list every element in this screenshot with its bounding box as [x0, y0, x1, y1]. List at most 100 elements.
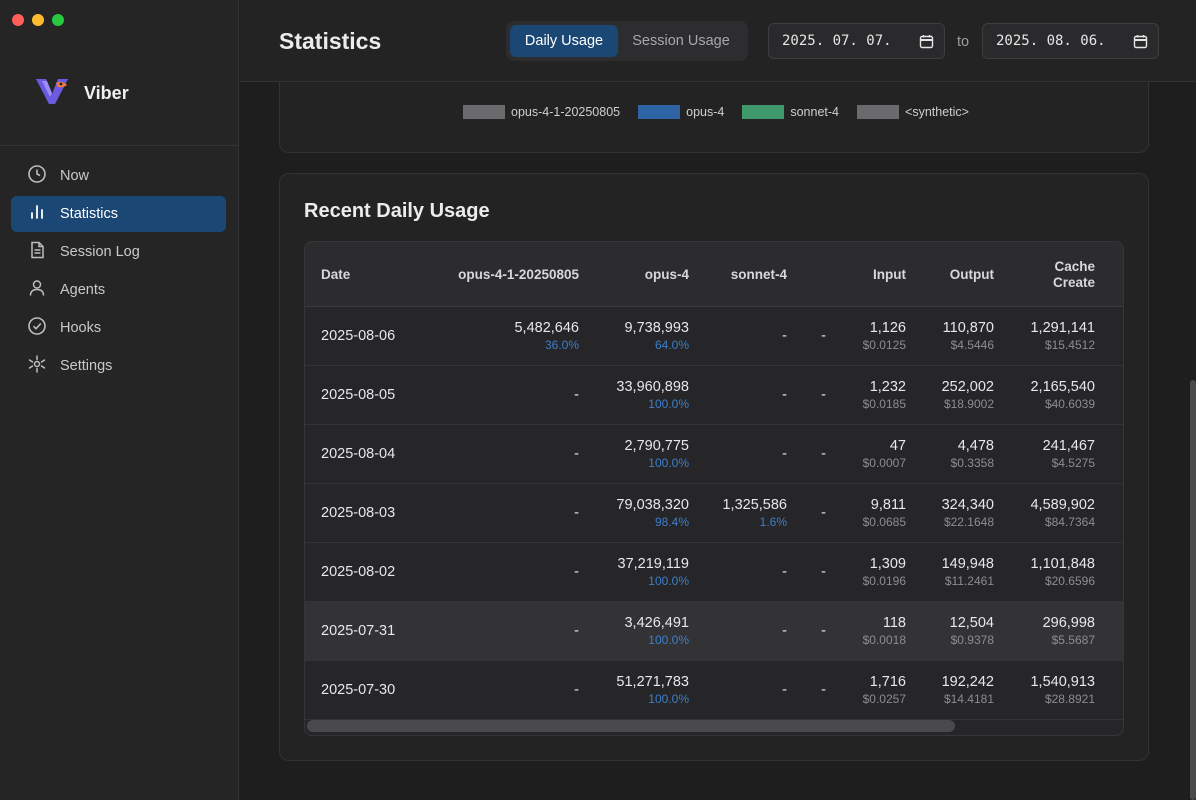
- cell-subvalue: $4.5275: [1051, 456, 1095, 470]
- legend-swatch: [857, 105, 900, 119]
- cell-subvalue: $0.0685: [862, 515, 906, 529]
- cell-sonnet-4: -: [782, 623, 787, 640]
- horizontal-scrollbar[interactable]: [307, 720, 955, 732]
- legend-swatch: [463, 105, 505, 119]
- start-date-input[interactable]: 2025. 07. 07.: [768, 23, 945, 59]
- close-window-button[interactable]: [12, 14, 24, 26]
- table-row[interactable]: 2025-08-05 - 33,960,898 100.0% - - 1,232 $0.018…: [305, 366, 1123, 425]
- cell-date: 2025-08-05: [321, 387, 396, 403]
- end-date-input[interactable]: 2025. 08. 06.: [982, 23, 1159, 59]
- legend-label: <synthetic>: [905, 105, 969, 119]
- cell-date: 2025-08-02: [321, 564, 396, 580]
- table-row[interactable]: 2025-07-30 - 51,271,783 100.0% - - 1,716 $0.025…: [305, 661, 1123, 720]
- cell-value: -: [782, 623, 787, 639]
- cell-opus-4-1: -: [574, 564, 579, 581]
- cell-opus-4-1: -: [574, 387, 579, 404]
- cell-value: -: [821, 328, 826, 344]
- table-row[interactable]: 2025-08-04 - 2,790,775 100.0% - - 47 $0.0007 4,4…: [305, 425, 1123, 484]
- minimize-window-button[interactable]: [32, 14, 44, 26]
- cell-opus-4: 9,738,993 64.0%: [624, 320, 689, 353]
- cell-opus-4: 3,426,491 100.0%: [624, 615, 689, 648]
- sidebar-item-hooks[interactable]: Hooks: [11, 310, 226, 346]
- cell-opus-4: 2,790,775 100.0%: [624, 438, 689, 471]
- legend-swatch: [742, 105, 785, 119]
- cell-subvalue: 64.0%: [654, 338, 689, 352]
- cell-synthetic: -: [821, 682, 826, 699]
- vertical-scrollbar[interactable]: [1190, 380, 1196, 800]
- tab-session-usage[interactable]: Session Usage: [618, 25, 744, 57]
- cell-subvalue: $0.3358: [950, 456, 994, 470]
- sidebar-item-statistics[interactable]: Statistics: [11, 196, 226, 232]
- cell-value: -: [782, 564, 787, 580]
- cell-value: -: [821, 564, 826, 580]
- legend-label: sonnet-4: [790, 105, 840, 119]
- sidebar-item-settings[interactable]: Settings: [11, 348, 226, 384]
- cell-opus-4-1: -: [574, 446, 579, 463]
- cell-sonnet-4: -: [782, 564, 787, 581]
- cell-opus-4-1: -: [574, 682, 579, 699]
- column-header-input[interactable]: Input: [873, 267, 906, 282]
- cell-value: 149,948: [941, 556, 994, 572]
- column-header-output[interactable]: Output: [950, 267, 994, 282]
- table-header: Date opus-4-1-20250805 opus-4 sonnet-4 I…: [305, 242, 1123, 307]
- legend-item[interactable]: sonnet-4: [742, 105, 839, 119]
- document-icon: [27, 240, 47, 264]
- cell-output: 12,504 $0.9378: [950, 615, 994, 648]
- table-row[interactable]: 2025-07-31 - 3,426,491 100.0% - - 118 $0.0018 12…: [305, 602, 1123, 661]
- cell-subvalue: $5.5687: [1051, 633, 1095, 647]
- cell-input: 118 $0.0018: [863, 615, 906, 648]
- sidebar-item-now[interactable]: Now: [11, 158, 226, 194]
- table-row[interactable]: 2025-08-02 - 37,219,119 100.0% - - 1,309 $0.019…: [305, 543, 1123, 602]
- cell-output: 324,340 $22.1648: [942, 497, 994, 530]
- cell-subvalue: 100.0%: [648, 397, 689, 411]
- cell-date: 2025-07-30: [321, 682, 396, 698]
- cell-value: -: [574, 387, 579, 403]
- cell-value: 324,340: [941, 497, 994, 513]
- cell-subvalue: $0.0007: [862, 456, 906, 470]
- cell-value: -: [574, 682, 579, 698]
- cell-opus-4: 79,038,320 98.4%: [616, 497, 689, 530]
- tab-daily-usage[interactable]: Daily Usage: [510, 25, 618, 57]
- date-range-separator: to: [957, 34, 970, 50]
- cell-value: 37,219,119: [617, 556, 690, 572]
- sidebar-item-label: Agents: [60, 282, 106, 298]
- cell-sonnet-4: -: [782, 682, 787, 699]
- cell-value: -: [821, 682, 826, 698]
- section-title: Recent Daily Usage: [304, 200, 490, 222]
- cell-opus-4: 33,960,898 100.0%: [616, 379, 689, 412]
- column-header-date[interactable]: Date: [321, 267, 350, 282]
- cell-date: 2025-07-31: [321, 623, 396, 639]
- column-header-sonnet-4[interactable]: sonnet-4: [731, 267, 787, 282]
- legend-item[interactable]: opus-4-1-20250805: [463, 105, 620, 119]
- cell-value: 1,101,848: [1030, 556, 1095, 572]
- table-row[interactable]: 2025-08-06 5,482,646 36.0% 9,738,993 64.0% - -…: [305, 307, 1123, 366]
- calendar-icon[interactable]: [1133, 34, 1148, 53]
- sidebar-item-label: Hooks: [60, 320, 102, 336]
- legend-item[interactable]: opus-4: [638, 105, 724, 119]
- cell-subvalue: 100.0%: [648, 574, 689, 588]
- header-line: Cache: [1054, 259, 1095, 274]
- cell-value: -: [574, 446, 579, 462]
- column-header-opus-4[interactable]: opus-4: [645, 267, 689, 282]
- cell-output: 149,948 $11.2461: [942, 556, 994, 589]
- sidebar-item-agents[interactable]: Agents: [11, 272, 226, 308]
- cell-cache-create: 296,998 $5.5687: [1043, 615, 1095, 648]
- cell-input: 1,232 $0.0185: [863, 379, 906, 412]
- cell-cache-create: 4,589,902 $84.7364: [1030, 497, 1095, 530]
- cell-subvalue: $0.0196: [862, 574, 906, 588]
- table-row[interactable]: 2025-08-03 - 79,038,320 98.4% 1,325,586 1.6% -…: [305, 484, 1123, 543]
- zoom-window-button[interactable]: [52, 14, 64, 26]
- calendar-icon[interactable]: [919, 34, 934, 53]
- cell-cache-create: 241,467 $4.5275: [1043, 438, 1095, 471]
- sidebar-item-label: Now: [60, 168, 90, 184]
- cell-value: 9,811: [870, 497, 906, 513]
- cell-value: 9,738,993: [624, 320, 689, 336]
- cell-value: -: [821, 623, 826, 639]
- app-name: Viber: [84, 83, 129, 103]
- sidebar-item-session-log[interactable]: Session Log: [11, 234, 226, 270]
- cell-value: 1,309: [869, 556, 906, 572]
- cell-subvalue: $15.4512: [1044, 338, 1095, 352]
- legend-item[interactable]: <synthetic>: [857, 105, 969, 119]
- column-header-cache-create[interactable]: Cache Create: [1053, 259, 1095, 291]
- column-header-opus-4-1[interactable]: opus-4-1-20250805: [458, 267, 579, 282]
